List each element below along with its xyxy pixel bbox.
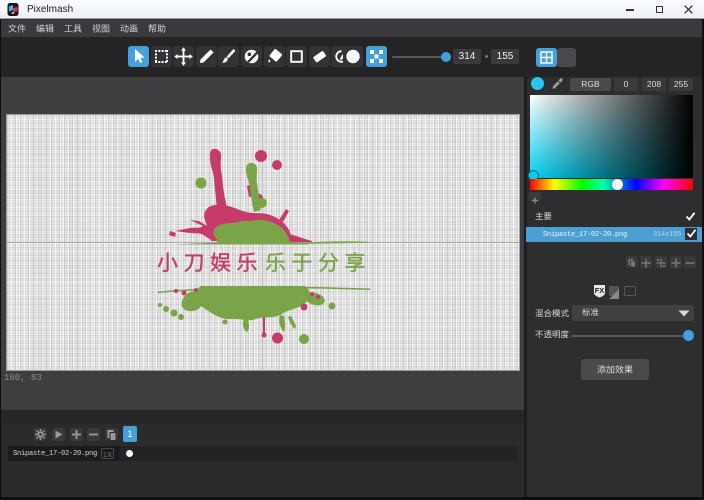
svg-text:FX: FX (595, 286, 605, 295)
